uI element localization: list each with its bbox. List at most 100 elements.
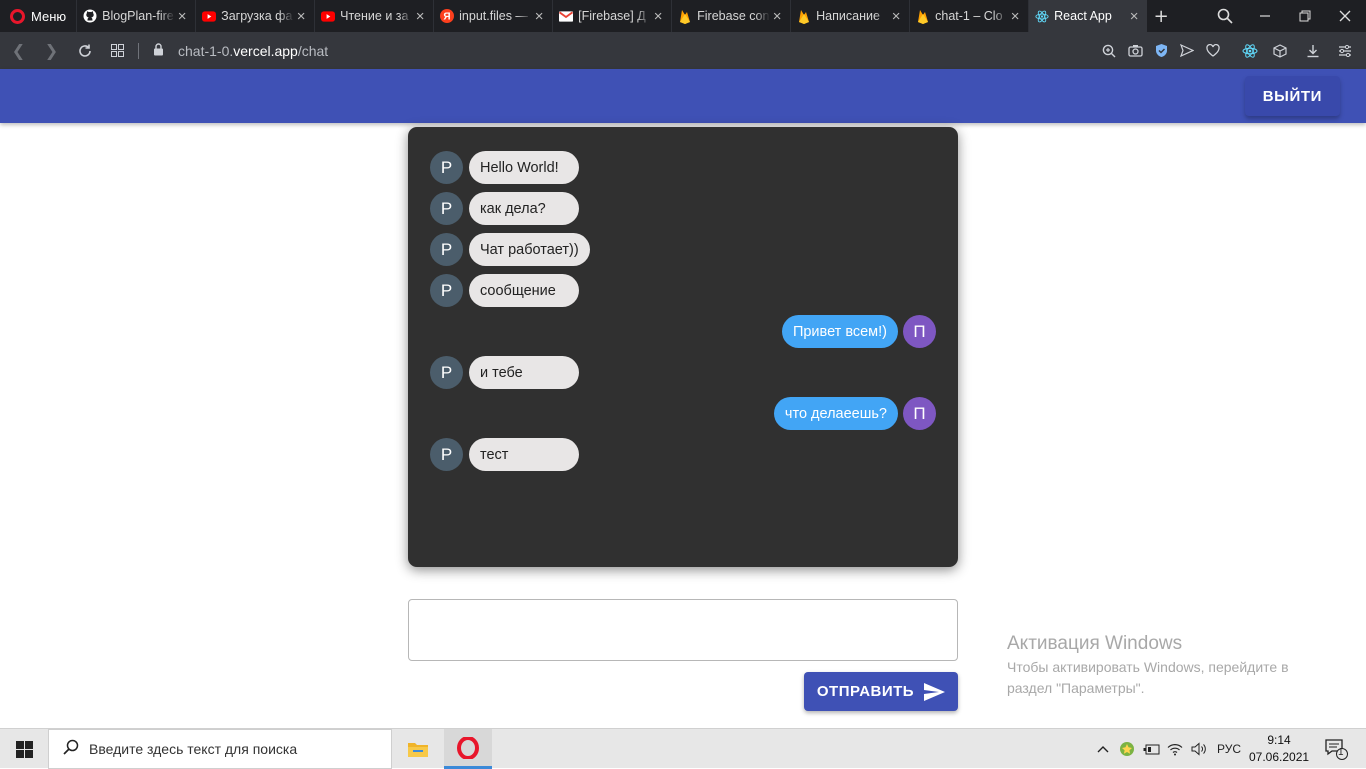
windows-taskbar: Введите здесь текст для поиска РУС 9:14 … [0, 728, 1366, 769]
react-devtools-icon[interactable] [1237, 32, 1263, 69]
message-bubble: Привет всем!) [781, 315, 898, 348]
opera-menu-button[interactable]: Меню [0, 0, 76, 32]
windows-activation-title: Активация Windows [1007, 633, 1183, 654]
browser-tab[interactable]: React App × [1028, 0, 1148, 32]
avatar: P [430, 233, 463, 266]
avatar: П [903, 397, 936, 430]
action-center-button[interactable]: 1 [1318, 729, 1354, 769]
logout-button[interactable]: ВЫЙТИ [1244, 76, 1340, 116]
close-tab-icon[interactable]: × [1127, 8, 1141, 25]
show-hidden-icons-chevron-icon[interactable] [1094, 729, 1112, 769]
browser-tab[interactable]: Загрузка фа × [195, 0, 314, 32]
lock-icon [153, 42, 164, 59]
incoming-message: P Hello World! [408, 151, 958, 192]
incoming-message: Pи тебе [408, 356, 958, 397]
browser-tab-label: [Firebase] Д [578, 9, 646, 23]
browser-tab-label: BlogPlan-fire [102, 9, 174, 23]
opera-menu-label: Меню [31, 8, 67, 24]
outgoing-message: П Привет всем!) [408, 315, 958, 356]
incoming-message: Pкак дела? [408, 192, 958, 233]
easy-setup-icon[interactable] [1332, 32, 1358, 69]
chat-messages-panel: P Hello World! Pкак дела? P Чат работает)) Pс… [408, 127, 958, 567]
taskbar-search-box[interactable]: Введите здесь текст для поиска [48, 729, 392, 769]
send-button[interactable]: ОТПРАВИТЬ [804, 672, 958, 711]
input-language-indicator[interactable]: РУС [1214, 729, 1244, 769]
message-bubble: сообщение [469, 274, 579, 307]
close-tab-icon[interactable]: × [770, 8, 784, 25]
wifi-icon[interactable] [1165, 729, 1185, 769]
url-host: vercel.app [233, 42, 298, 59]
camera-icon[interactable] [1122, 32, 1148, 69]
close-tab-icon[interactable]: × [294, 8, 308, 25]
volume-icon[interactable] [1188, 729, 1210, 769]
browser-tab-strip: Меню BlogPlan-fire × Загрузка фа × Чтение и … [0, 0, 1366, 32]
firebase-icon [916, 9, 930, 24]
shield-icon[interactable] [1148, 32, 1174, 69]
file-explorer-icon[interactable] [394, 729, 442, 769]
minimize-icon[interactable] [1245, 0, 1285, 32]
start-button[interactable] [0, 729, 48, 769]
new-tab-button[interactable]: + [1147, 0, 1175, 32]
avatar: P [430, 356, 463, 389]
search-tabs-icon[interactable] [1205, 0, 1245, 32]
url-field[interactable]: chat-1-0. vercel.app/chat [153, 43, 328, 59]
close-tab-icon[interactable]: × [175, 8, 189, 25]
browser-tab-label: React App [1054, 9, 1112, 23]
message-input[interactable] [408, 599, 958, 661]
browser-tab-label: Написание [816, 9, 880, 23]
avatar: P [430, 438, 463, 471]
close-tab-icon[interactable]: × [532, 8, 546, 25]
browser-tab-label: input.files — [459, 9, 528, 23]
windows-logo-icon [15, 740, 33, 758]
zoom-icon[interactable] [1096, 32, 1122, 69]
url-prefix: chat-1-0. [178, 42, 234, 59]
download-icon[interactable] [1300, 32, 1326, 69]
incoming-message: Pтест [408, 438, 958, 479]
incoming-message: Pсообщение [408, 274, 958, 315]
avatar: P [430, 151, 463, 184]
forward-icon[interactable]: ❯ [35, 32, 68, 69]
restore-icon[interactable] [1285, 0, 1325, 32]
message-bubble: Чат работает)) [469, 233, 590, 266]
tray-app-icon[interactable] [1117, 729, 1137, 769]
browser-tab[interactable]: Чтение и за × [314, 0, 433, 32]
avatar: П [903, 315, 936, 348]
message-bubble: и тебе [469, 356, 579, 389]
back-icon[interactable]: ❮ [2, 32, 35, 69]
message-bubble: тест [469, 438, 579, 471]
opera-taskbar-icon[interactable] [444, 729, 492, 769]
browser-tab[interactable]: Firebase con × [671, 0, 790, 32]
avatar: P [430, 274, 463, 307]
gmail-icon [559, 9, 574, 23]
close-window-icon[interactable] [1325, 0, 1365, 32]
url-path: /chat [297, 42, 329, 59]
browser-tab[interactable]: Яinput.files — × [433, 0, 552, 32]
browser-tab[interactable]: chat-1 – Clo × [909, 0, 1028, 32]
browser-tab[interactable]: Написание × [790, 0, 909, 32]
send-icon [924, 682, 946, 701]
send-button-label: ОТПРАВИТЬ [816, 683, 915, 700]
speed-dial-icon[interactable] [101, 32, 134, 69]
firebase-icon [678, 9, 692, 24]
incoming-message: P Чат работает)) [408, 233, 958, 274]
close-tab-icon[interactable]: × [1008, 8, 1022, 25]
heart-icon[interactable] [1200, 32, 1226, 69]
browser-tab[interactable]: BlogPlan-fire × [76, 0, 195, 32]
browser-tab[interactable]: [Firebase] Д × [552, 0, 671, 32]
extensions-cube-icon[interactable] [1267, 32, 1293, 69]
browser-tab-label: Firebase con [697, 9, 770, 23]
close-tab-icon[interactable]: × [889, 8, 903, 25]
windows-activation-subtitle: Чтобы активировать Windows, перейдите в … [1007, 659, 1289, 696]
reload-icon[interactable] [68, 32, 101, 69]
svg-text:Я: Я [444, 12, 451, 23]
send-to-flow-icon[interactable] [1174, 32, 1200, 69]
system-clock[interactable]: 9:14 07.06.2021 [1249, 732, 1309, 766]
notification-count-badge: 1 [1338, 747, 1344, 758]
close-tab-icon[interactable]: × [413, 8, 427, 25]
clock-date: 07.06.2021 [1249, 750, 1310, 764]
notifications-icon [1325, 739, 1348, 760]
message-bubble: как дела? [469, 192, 579, 225]
firebase-icon [797, 9, 811, 24]
battery-icon[interactable] [1141, 729, 1161, 769]
close-tab-icon[interactable]: × [651, 8, 665, 25]
